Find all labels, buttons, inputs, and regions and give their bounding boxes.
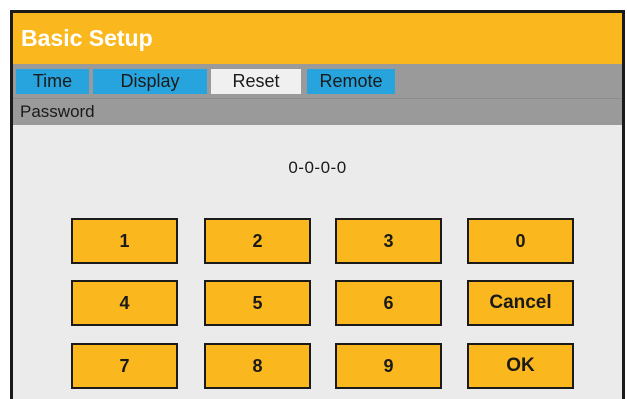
key-2[interactable]: 2 [204, 218, 311, 264]
tab-time[interactable]: Time [16, 68, 89, 94]
tab-reset[interactable]: Reset [211, 68, 301, 94]
key-3[interactable]: 3 [335, 218, 442, 264]
key-8[interactable]: 8 [204, 343, 311, 389]
tab-bar: Time Display Reset Remote [13, 64, 622, 98]
key-9[interactable]: 9 [335, 343, 442, 389]
ok-button[interactable]: OK [467, 343, 574, 389]
key-0[interactable]: 0 [467, 218, 574, 264]
tab-display[interactable]: Display [93, 68, 207, 94]
password-label: Password [20, 102, 95, 121]
basic-setup-window: Basic Setup Time Display Reset Remote Pa… [10, 10, 625, 399]
title-bar: Basic Setup [13, 13, 622, 64]
key-4[interactable]: 4 [71, 280, 178, 326]
key-6[interactable]: 6 [335, 280, 442, 326]
password-display: 0-0-0-0 [288, 158, 347, 177]
cancel-button[interactable]: Cancel [467, 280, 574, 326]
key-1[interactable]: 1 [71, 218, 178, 264]
section-label-password: Password [13, 98, 622, 125]
tab-remote[interactable]: Remote [307, 68, 395, 94]
key-5[interactable]: 5 [204, 280, 311, 326]
key-7[interactable]: 7 [71, 343, 178, 389]
window-title: Basic Setup [21, 25, 153, 51]
